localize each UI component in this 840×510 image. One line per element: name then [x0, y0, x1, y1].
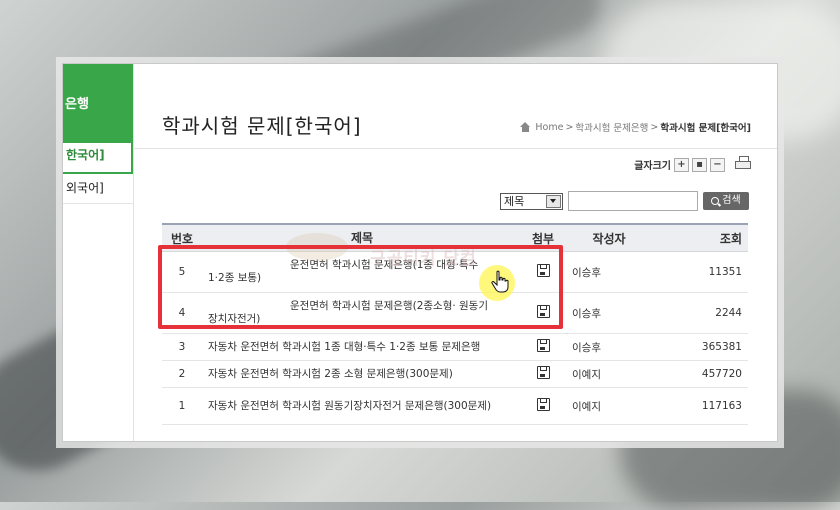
page-title: 학과시험 문제[한국어] [162, 114, 362, 138]
table-row[interactable]: 2 자동차 운전면허 학과시험 2종 소형 문제은행(300문제) 이예지 45… [162, 361, 748, 388]
search-select-value: 제목 [504, 194, 525, 208]
attachment-icon[interactable] [536, 339, 550, 352]
row-views: 2244 [715, 307, 742, 319]
row-number: 1 [178, 400, 186, 412]
divider [134, 148, 777, 149]
row-number: 3 [178, 341, 186, 353]
search-input[interactable] [568, 191, 698, 211]
column-header-attachment: 첨부 [531, 231, 555, 246]
font-decrease-button[interactable]: − [710, 157, 725, 172]
row-title-link[interactable]: 자동차 운전면허 학과시험 원동기장치자전거 문제은행(300문제) [202, 400, 522, 413]
breadcrumb-item[interactable]: 학과시험 문제은행 [575, 120, 648, 134]
sidebar-item-korean[interactable]: 한국어] [63, 141, 133, 174]
row-author: 이승후 [572, 266, 601, 279]
search-button-label: 검색 [722, 195, 741, 206]
row-author: 이승후 [572, 341, 601, 354]
font-size-label: 글자크기 [634, 161, 671, 172]
row-title-link[interactable]: 자동차 운전면허 학과시험 1종 대형·특수 1·2종 보통 문제은행 [202, 341, 522, 354]
search-button[interactable]: 검색 [703, 192, 749, 210]
breadcrumb-separator: > [650, 121, 659, 133]
sidebar: 은행 한국어] 외국어] [63, 64, 134, 441]
attachment-icon[interactable] [536, 398, 550, 411]
column-header-number: 번호 [170, 231, 194, 246]
font-increase-button[interactable]: + [674, 157, 689, 172]
breadcrumb-current: 학과시험 문제[한국어] [660, 123, 751, 134]
chevron-down-icon[interactable] [546, 194, 561, 208]
search-field-select[interactable]: 제목 [500, 192, 563, 210]
print-icon[interactable] [735, 156, 751, 170]
table-row[interactable]: 1 자동차 운전면허 학과시험 원동기장치자전거 문제은행(300문제) 이예지… [162, 388, 748, 425]
row-number: 2 [178, 368, 186, 380]
breadcrumb-home[interactable]: Home [535, 122, 563, 133]
row-views: 457720 [701, 368, 742, 380]
font-size-control: 글자크기 + ▪ − [634, 157, 725, 172]
breadcrumb-separator: > [565, 121, 574, 133]
breadcrumb: Home > 학과시험 문제은행 > 학과시험 문제[한국어] [520, 120, 751, 134]
column-header-author: 작성자 [592, 231, 626, 246]
row-author: 이예지 [572, 368, 601, 381]
table-row[interactable]: 3 자동차 운전면허 학과시험 1종 대형·특수 1·2종 보통 문제은행 이승… [162, 334, 748, 361]
row-author: 이승후 [572, 307, 601, 320]
sidebar-header: 은행 [63, 64, 133, 141]
home-icon [520, 122, 531, 132]
hand-pointer-icon [491, 270, 509, 293]
row-views: 117163 [701, 400, 742, 412]
search-bar: 제목 검색 [500, 191, 749, 211]
font-reset-button[interactable]: ▪ [692, 157, 707, 172]
row-views: 11351 [708, 266, 742, 278]
search-icon [711, 197, 720, 205]
column-header-views: 조회 [719, 231, 742, 246]
row-views: 365381 [701, 341, 742, 353]
attachment-icon[interactable] [536, 366, 550, 379]
row-title-link[interactable]: 자동차 운전면허 학과시험 2종 소형 문제은행(300문제) [202, 368, 522, 381]
row-author: 이예지 [572, 400, 601, 413]
column-header-title: 제목 [350, 230, 374, 245]
sidebar-item-foreign[interactable]: 외국어] [63, 174, 133, 204]
